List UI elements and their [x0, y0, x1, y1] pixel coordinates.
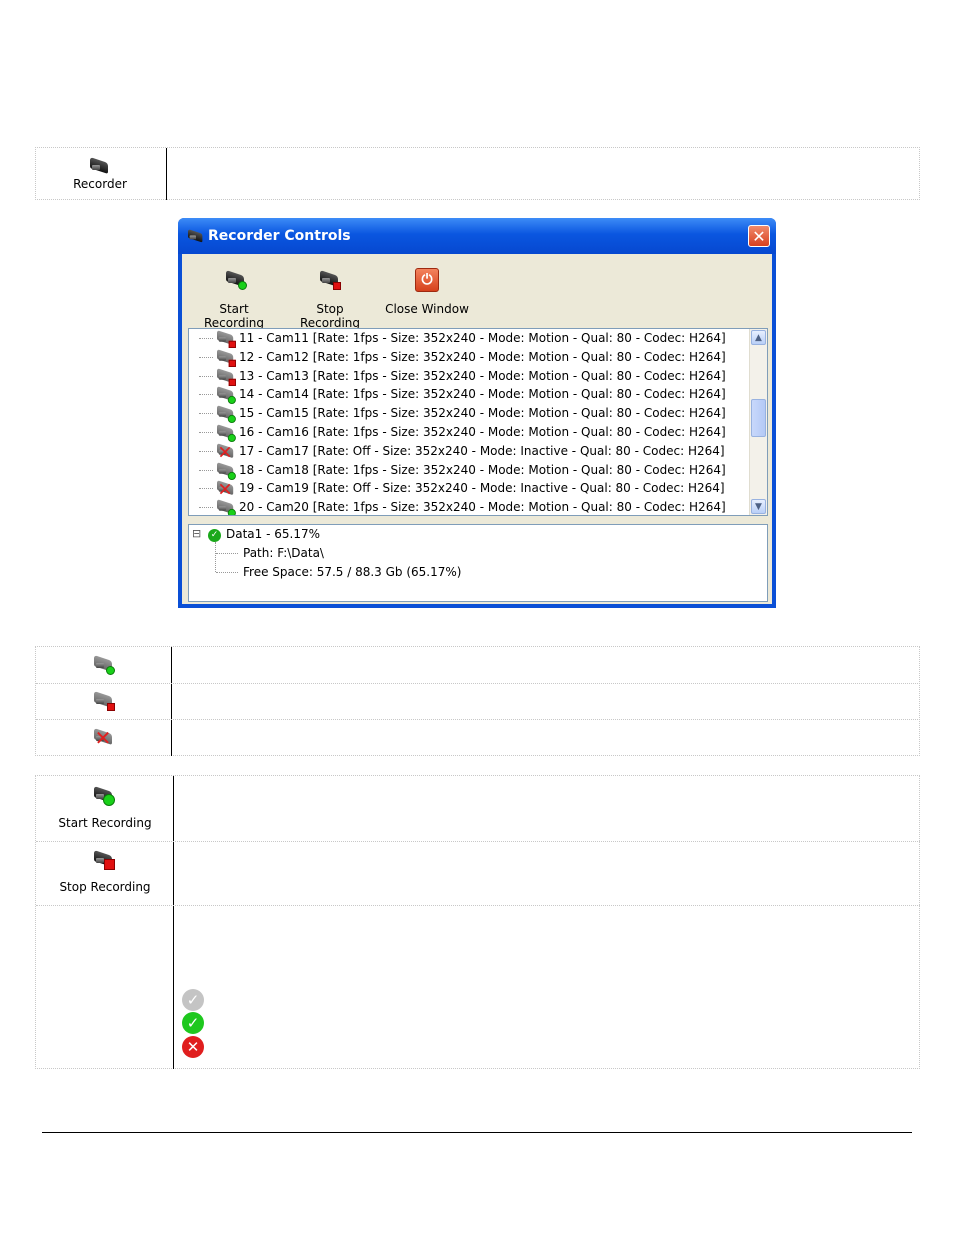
storage-path: Path: F:\Data\	[243, 546, 324, 560]
camera-recording-icon	[216, 499, 236, 515]
row-separator	[36, 683, 920, 684]
camera-row-label: 13 - Cam13 [Rate: 1fps - Size: 352x240 -…	[239, 368, 726, 383]
camera-start-icon	[225, 270, 247, 290]
recorder-controls-dialog: Recorder Controls ✕ Start Recording Stop…	[178, 218, 776, 608]
scroll-thumb[interactable]	[751, 399, 766, 437]
row-separator	[36, 905, 920, 906]
camera-row-label: 16 - Cam16 [Rate: 1fps - Size: 352x240 -…	[239, 425, 726, 439]
scroll-down-button[interactable]: ▼	[751, 499, 766, 514]
tree-guide	[216, 553, 238, 554]
camera-recording-icon	[216, 461, 236, 480]
dialog-title: Recorder Controls	[208, 228, 351, 244]
camera-row-label: 14 - Cam14 [Rate: 1fps - Size: 352x240 -…	[239, 387, 726, 402]
recorder-table	[35, 147, 920, 200]
storage-tree[interactable]: ⊟ ✓ Data1 - 65.17% Path: F:\Data\ Free S…	[188, 524, 768, 602]
recorder-camera-icon	[89, 157, 111, 177]
tree-guide	[199, 488, 213, 490]
camera-row-label: 18 - Cam18 [Rate: 1fps - Size: 352x240 -…	[239, 462, 726, 477]
camera-stop-icon	[319, 270, 341, 290]
camera-stopped-icon	[216, 367, 236, 386]
tree-guide	[216, 572, 238, 573]
tree-guide	[199, 413, 213, 415]
camera-inactive-icon: ✕	[217, 440, 234, 463]
tree-guide	[199, 356, 213, 358]
tree-guide	[199, 394, 213, 396]
camera-row-label: 20 - Cam20 [Rate: 1fps - Size: 352x240 -…	[239, 500, 726, 515]
camera-stopped-icon	[216, 330, 236, 348]
dialog-client: Start Recording Stop Recording ⏻ Close W…	[182, 254, 772, 604]
tree-guide	[199, 338, 213, 339]
table-divider	[173, 776, 174, 1069]
stop-recording-icon	[93, 850, 115, 870]
row-separator	[36, 719, 920, 720]
list-scrollbar[interactable]: ▲ ▼	[749, 329, 767, 515]
start-recording-label: Start Recording	[203, 302, 265, 330]
tree-guide	[199, 469, 213, 471]
power-icon: ⏻	[415, 268, 439, 292]
camera-inactive-icon: ✕	[94, 726, 112, 750]
table-divider	[166, 148, 167, 200]
tree-guide	[199, 450, 213, 452]
camera-row-label: 11 - Cam11 [Rate: 1fps - Size: 352x240 -…	[239, 331, 726, 345]
camera-row-label: 12 - Cam12 [Rate: 1fps - Size: 352x240 -…	[239, 349, 726, 364]
scroll-up-button[interactable]: ▲	[751, 330, 766, 345]
footer-rule	[42, 1132, 912, 1133]
camera-row-label: 19 - Cam19 [Rate: Off - Size: 352x240 - …	[239, 481, 725, 496]
legend-table	[35, 646, 920, 756]
storage-name[interactable]: Data1 - 65.17%	[226, 527, 320, 541]
camera-recording-icon	[93, 655, 115, 675]
row-separator	[36, 841, 920, 842]
camera-stopped-icon	[93, 691, 115, 711]
table-divider	[171, 647, 172, 756]
tree-guide	[199, 507, 213, 509]
start-recording-icon	[93, 786, 115, 806]
grey-check-icon: ✓	[182, 989, 204, 1011]
camera-list[interactable]: 20 - Cam20 [Rate: 1fps - Size: 352x240 -…	[188, 328, 768, 516]
recorder-label: Recorder	[73, 177, 127, 191]
tree-guide	[199, 432, 213, 433]
buttons-table	[35, 775, 920, 1069]
start-recording-caption: Start Recording	[58, 816, 152, 830]
stop-recording-caption: Stop Recording	[59, 880, 151, 894]
close-window-label: Close Window	[385, 302, 469, 316]
red-x-icon: ✕	[182, 1036, 204, 1058]
window-camera-icon	[187, 229, 205, 245]
tree-guide	[215, 542, 217, 572]
storage-ok-icon: ✓	[208, 529, 221, 542]
camera-recording-icon	[216, 386, 236, 405]
camera-inactive-icon: ✕	[217, 478, 234, 501]
camera-recording-icon	[216, 405, 236, 424]
titlebar[interactable]: Recorder Controls ✕	[178, 218, 776, 254]
camera-row-label: 15 - Cam15 [Rate: 1fps - Size: 352x240 -…	[239, 406, 726, 421]
camera-row-label: 17 - Cam17 [Rate: Off - Size: 352x240 - …	[239, 443, 725, 458]
tree-guide	[199, 375, 213, 377]
close-button[interactable]: ✕	[748, 225, 770, 247]
stop-recording-label: Stop Recording	[299, 302, 361, 330]
tree-expander-icon[interactable]: ⊟	[192, 527, 201, 540]
green-check-icon: ✓	[182, 1012, 204, 1034]
camera-recording-icon	[216, 424, 236, 442]
camera-stopped-icon	[216, 348, 236, 367]
storage-free-space: Free Space: 57.5 / 88.3 Gb (65.17%)	[243, 565, 462, 579]
